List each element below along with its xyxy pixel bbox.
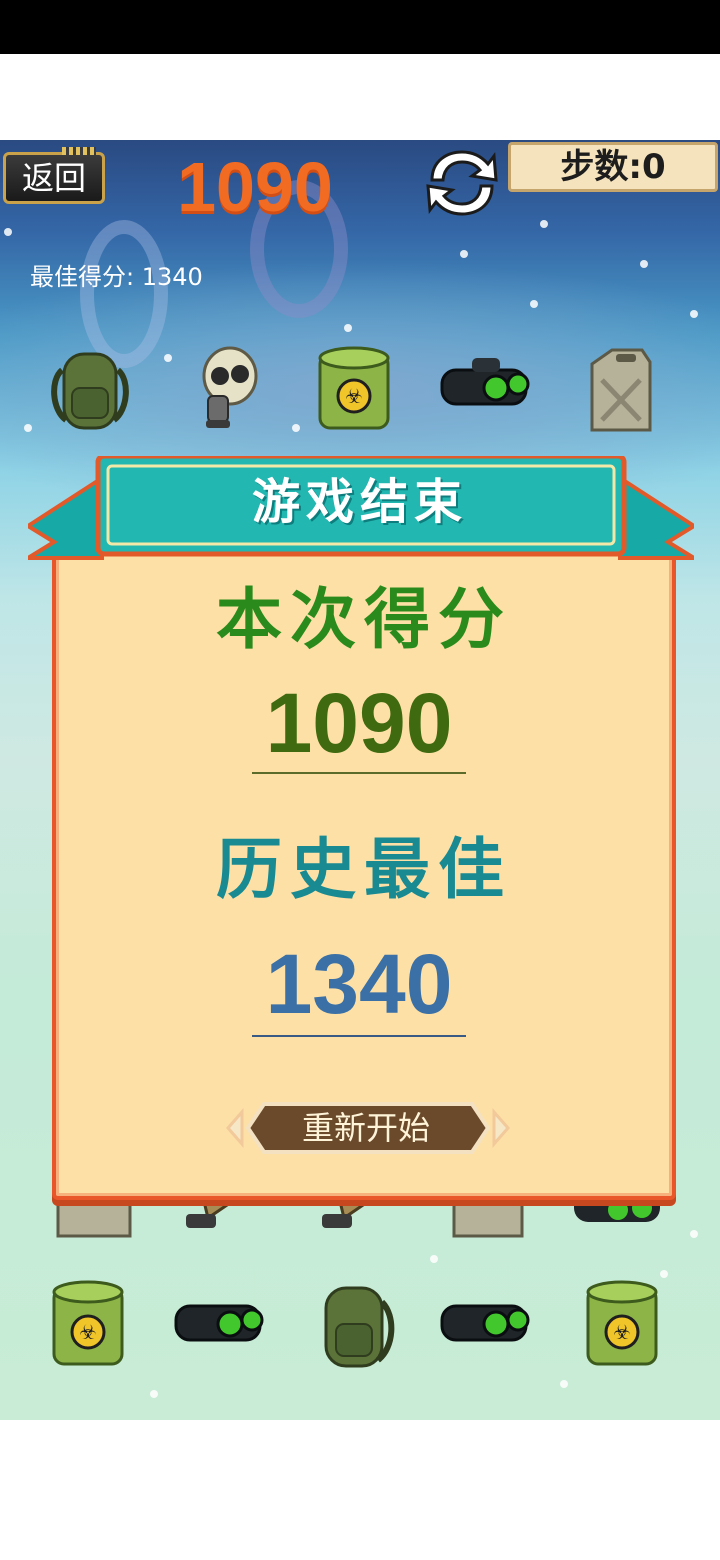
steps-counter: 步数:0	[508, 142, 718, 192]
snow-dot	[292, 424, 300, 432]
biohazard-barrel-icon[interactable]: ☣	[40, 1276, 136, 1372]
gas-mask-icon[interactable]	[178, 340, 274, 436]
divider	[252, 772, 466, 774]
status-bar	[0, 0, 720, 54]
snow-dot	[24, 424, 32, 432]
divider	[252, 1035, 466, 1037]
snow-dot	[640, 260, 648, 268]
game-over-title: 游戏结束	[251, 474, 468, 530]
backpack-icon[interactable]	[42, 340, 138, 436]
snow-dot	[690, 310, 698, 318]
back-button-label: 返回	[21, 159, 86, 197]
snow-dot	[430, 1255, 438, 1263]
best-score-label-large: 历史最佳	[216, 831, 512, 908]
best-score-line: 最佳得分: 1340	[30, 260, 203, 294]
snow-dot	[690, 1230, 698, 1238]
navigation-area	[0, 1420, 720, 1560]
current-score-label: 本次得分	[216, 581, 512, 658]
snow-dot	[460, 250, 468, 258]
snow-dot	[560, 1380, 568, 1388]
restart-button-label[interactable]: 重新开始	[248, 1102, 484, 1154]
snow-dot	[344, 324, 352, 332]
snow-dot	[164, 354, 172, 362]
svg-text:☣: ☣	[613, 1320, 631, 1344]
snow-dot	[150, 1390, 158, 1398]
backpack-icon[interactable]	[306, 1276, 402, 1372]
steps-text: 步数:0	[560, 147, 666, 187]
best-score-value-large: 1340	[265, 937, 453, 1031]
night-vision-goggles-icon[interactable]	[436, 1276, 532, 1372]
jerry-can-icon[interactable]	[572, 340, 668, 436]
current-score-value: 1090	[265, 676, 453, 770]
night-vision-goggles-icon[interactable]	[436, 340, 532, 436]
snow-dot	[540, 220, 548, 228]
best-score-label: 最佳得分:	[30, 263, 135, 291]
svg-text:☣: ☣	[79, 1320, 97, 1344]
refresh-icon[interactable]	[422, 146, 502, 220]
best-score-value: 1340	[141, 263, 203, 291]
biohazard-barrel-icon[interactable]: ☣	[574, 1276, 670, 1372]
back-button[interactable]: 返回	[3, 147, 105, 204]
game-area: 返回 1090 步数:0 最佳得分: 1340 ☣ ☣ ☣ 游戏结束 本次得分 …	[0, 140, 720, 1420]
current-score: 1090	[177, 148, 333, 226]
biohazard-barrel-icon[interactable]: ☣	[306, 340, 402, 436]
svg-text:☣: ☣	[345, 384, 363, 408]
snow-dot	[530, 300, 538, 308]
snow-dot	[4, 228, 12, 236]
night-vision-goggles-icon[interactable]	[170, 1276, 266, 1372]
button-decoration	[62, 147, 96, 155]
